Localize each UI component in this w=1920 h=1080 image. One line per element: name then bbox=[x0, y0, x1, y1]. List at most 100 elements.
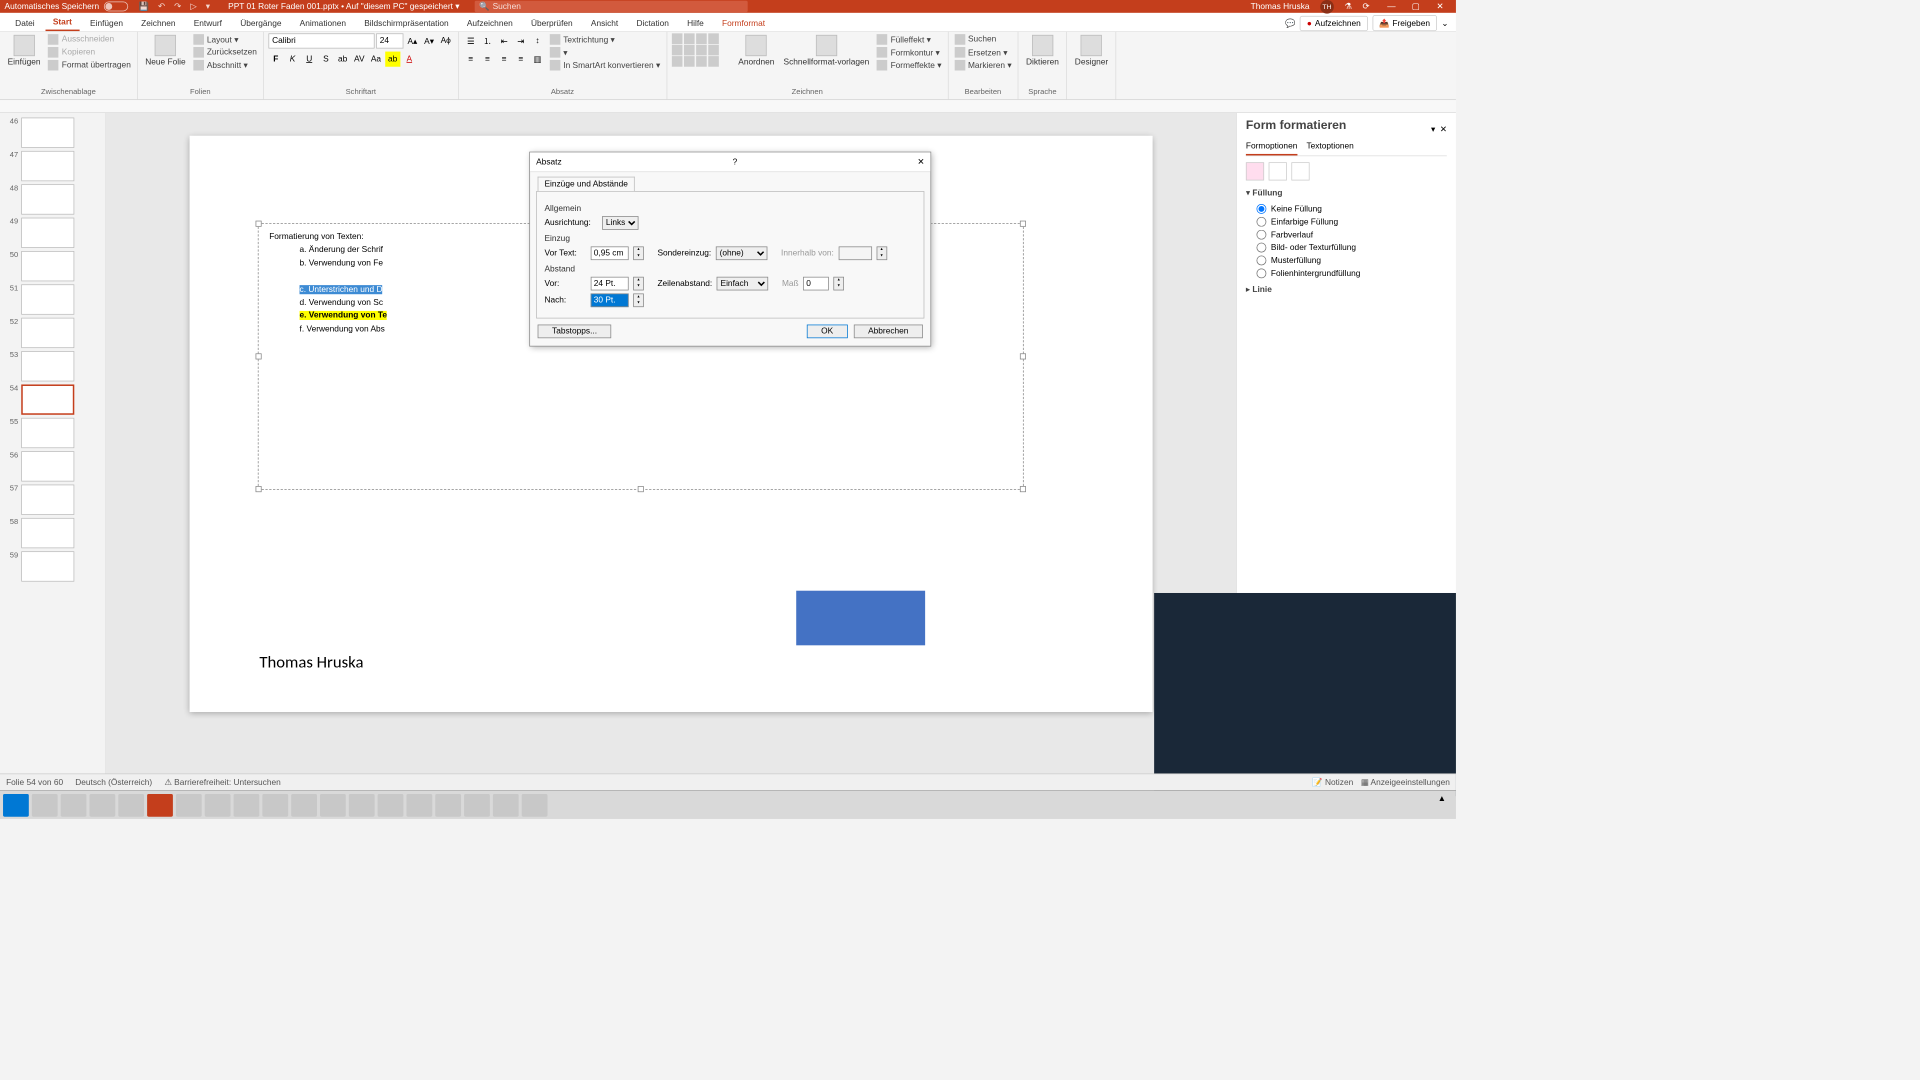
language-status[interactable]: Deutsch (Österreich) bbox=[75, 778, 152, 787]
taskbar-app4[interactable] bbox=[262, 794, 288, 817]
thumbnail-54[interactable]: 54 bbox=[0, 383, 105, 416]
indent-dec-button[interactable]: ⇤ bbox=[497, 33, 512, 48]
tabstops-button[interactable]: Tabstopps... bbox=[538, 325, 612, 339]
tab-start[interactable]: Start bbox=[45, 14, 79, 31]
taskbar-app6[interactable] bbox=[349, 794, 375, 817]
tab-ueberpruefen[interactable]: Überprüfen bbox=[523, 16, 580, 31]
slideshow-icon[interactable]: ▷ bbox=[190, 2, 196, 12]
format-painter-button[interactable]: Format übertragen bbox=[47, 59, 133, 71]
thumbnail-50[interactable]: 50 bbox=[0, 249, 105, 282]
linespacing-button[interactable]: ↕ bbox=[530, 33, 545, 48]
thumbnail-53[interactable]: 53 bbox=[0, 350, 105, 383]
section-button[interactable]: Abschnitt ▾ bbox=[192, 59, 259, 71]
taskbar-onenote[interactable] bbox=[291, 794, 317, 817]
autosave-toggle[interactable]: Automatisches Speichern bbox=[5, 2, 128, 12]
nach-input[interactable] bbox=[591, 293, 629, 307]
effects-icon[interactable] bbox=[1269, 162, 1287, 180]
taskbar-explorer[interactable] bbox=[32, 794, 58, 817]
minimize-button[interactable]: — bbox=[1380, 0, 1403, 13]
panel-close-icon[interactable]: ✕ bbox=[1440, 124, 1447, 134]
vor-input[interactable] bbox=[591, 277, 629, 291]
bold-button[interactable]: F bbox=[268, 52, 283, 67]
arrange-button[interactable]: Anordnen bbox=[735, 33, 777, 68]
save-icon[interactable]: 💾 bbox=[139, 2, 149, 12]
user-avatar[interactable]: TH bbox=[1320, 0, 1334, 13]
taskbar-word[interactable] bbox=[493, 794, 519, 817]
italic-button[interactable]: K bbox=[285, 52, 300, 67]
smartart-button[interactable]: In SmartArt konvertieren ▾ bbox=[548, 59, 662, 71]
thumbnail-56[interactable]: 56 bbox=[0, 450, 105, 483]
flask-icon[interactable]: ⚗ bbox=[1344, 2, 1351, 12]
taskbar-firefox[interactable] bbox=[61, 794, 87, 817]
shapes-gallery[interactable] bbox=[672, 33, 733, 66]
radio-picture-fill[interactable]: Bild- oder Texturfüllung bbox=[1246, 241, 1447, 254]
search-box[interactable]: 🔍 Suchen bbox=[475, 1, 748, 12]
tab-ansicht[interactable]: Ansicht bbox=[583, 16, 626, 31]
tab-aufzeichnen[interactable]: Aufzeichnen bbox=[459, 16, 520, 31]
mass-spinner[interactable]: ▴▾ bbox=[834, 277, 845, 291]
taskbar-app1[interactable] bbox=[176, 794, 202, 817]
nach-spinner[interactable]: ▴▾ bbox=[633, 293, 644, 307]
font-size-combo[interactable]: 24 bbox=[376, 33, 403, 48]
text-direction-button[interactable]: Textrichtung ▾ bbox=[548, 33, 662, 45]
thumbnail-46[interactable]: 46 bbox=[0, 116, 105, 149]
thumbnail-48[interactable]: 48 bbox=[0, 183, 105, 216]
tray-icon[interactable]: ▲ bbox=[1438, 794, 1453, 817]
replace-button[interactable]: Ersetzen ▾ bbox=[953, 46, 1013, 58]
rectangle-shape[interactable] bbox=[796, 591, 925, 646]
taskbar-app10[interactable] bbox=[464, 794, 490, 817]
align-center-button[interactable]: ≡ bbox=[480, 52, 495, 67]
dialog-help-icon[interactable]: ? bbox=[733, 157, 738, 166]
dictate-button[interactable]: Diktieren bbox=[1023, 33, 1062, 68]
new-slide-button[interactable]: Neue Folie bbox=[142, 33, 188, 68]
designer-button[interactable]: Designer bbox=[1072, 33, 1111, 68]
document-title[interactable]: PPT 01 Roter Faden 001.pptx • Auf "diese… bbox=[228, 2, 459, 12]
find-button[interactable]: Suchen bbox=[953, 33, 1013, 45]
alignment-select[interactable]: Links bbox=[602, 216, 638, 230]
taskbar-app2[interactable] bbox=[205, 794, 231, 817]
taskbar-app3[interactable] bbox=[234, 794, 260, 817]
paste-button[interactable]: Einfügen bbox=[5, 33, 44, 68]
thumbnail-49[interactable]: 49 bbox=[0, 216, 105, 249]
tab-dictation[interactable]: Dictation bbox=[629, 16, 677, 31]
cancel-button[interactable]: Abbrechen bbox=[854, 325, 923, 339]
taskbar-app9[interactable] bbox=[435, 794, 461, 817]
fill-section[interactable]: ▾ Füllung bbox=[1246, 188, 1447, 198]
tab-uebergaenge[interactable]: Übergänge bbox=[233, 16, 289, 31]
undo-icon[interactable]: ↶ bbox=[158, 2, 165, 12]
tab-zeichnen[interactable]: Zeichnen bbox=[134, 16, 183, 31]
font-combo[interactable]: Calibri bbox=[268, 33, 374, 48]
layout-button[interactable]: Layout ▾ bbox=[192, 33, 259, 45]
slide-counter[interactable]: Folie 54 von 60 bbox=[6, 778, 63, 787]
shape-effects-button[interactable]: Formeffekte ▾ bbox=[875, 59, 943, 71]
select-button[interactable]: Markieren ▾ bbox=[953, 59, 1013, 71]
radio-pattern-fill[interactable]: Musterfüllung bbox=[1246, 254, 1447, 267]
close-button[interactable]: ✕ bbox=[1429, 0, 1452, 13]
thumbnail-55[interactable]: 55 bbox=[0, 416, 105, 449]
slide-panel[interactable]: 4647484950515253545556575859 bbox=[0, 113, 106, 796]
tab-einfuegen[interactable]: Einfügen bbox=[82, 16, 130, 31]
tab-entwurf[interactable]: Entwurf bbox=[186, 16, 229, 31]
notes-button[interactable]: 📝 Notizen bbox=[1312, 777, 1353, 787]
thumbnail-52[interactable]: 52 bbox=[0, 316, 105, 349]
qat-more-icon[interactable]: ▾ bbox=[206, 2, 210, 12]
taskbar-app8[interactable] bbox=[406, 794, 432, 817]
columns-button[interactable]: ▥ bbox=[530, 52, 545, 67]
case-button[interactable]: Aa bbox=[368, 52, 383, 67]
sync-icon[interactable]: ⟳ bbox=[1362, 2, 1369, 12]
font-color-button[interactable]: A bbox=[402, 52, 417, 67]
underline-button[interactable]: U bbox=[302, 52, 317, 67]
thumbnail-51[interactable]: 51 bbox=[0, 283, 105, 316]
tab-datei[interactable]: Datei bbox=[8, 16, 43, 31]
thumbnail-57[interactable]: 57 bbox=[0, 483, 105, 516]
tab-hilfe[interactable]: Hilfe bbox=[680, 16, 712, 31]
strike-button[interactable]: S bbox=[318, 52, 333, 67]
tab-animationen[interactable]: Animationen bbox=[292, 16, 354, 31]
display-settings-button[interactable]: ▦ Anzeigeeinstellungen bbox=[1361, 777, 1450, 787]
radio-slidebg-fill[interactable]: Folienhintergrundfüllung bbox=[1246, 267, 1447, 280]
start-button[interactable] bbox=[3, 794, 29, 817]
taskbar-powerpoint[interactable] bbox=[147, 794, 173, 817]
shape-fill-button[interactable]: Fülleffekt ▾ bbox=[875, 33, 943, 45]
reset-button[interactable]: Zurücksetzen bbox=[192, 46, 259, 58]
special-select[interactable]: (ohne) bbox=[716, 246, 768, 260]
